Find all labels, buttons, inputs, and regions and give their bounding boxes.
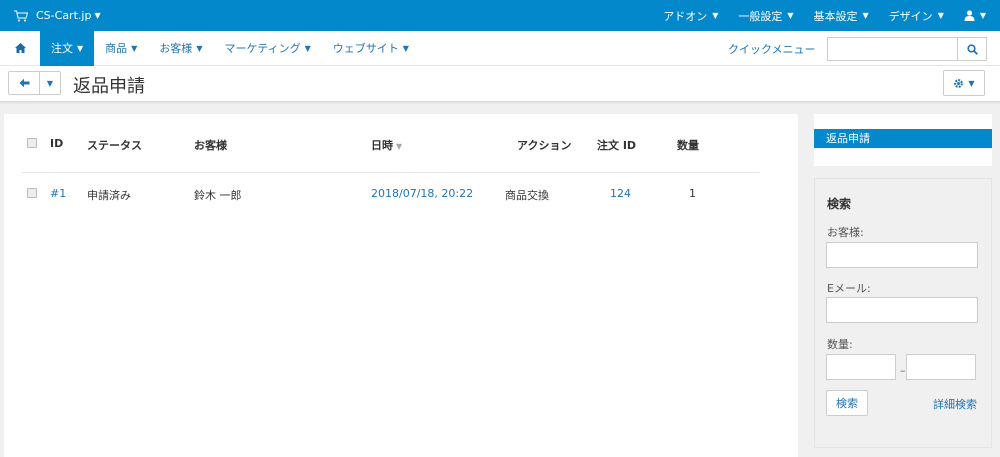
nav-products-label: 商品 — [105, 42, 128, 55]
menu-design-label: デザイン — [888, 9, 933, 23]
col-order-id[interactable]: 注文 ID — [597, 137, 636, 153]
email-input[interactable] — [826, 297, 978, 323]
settings-button[interactable]: ▼ — [943, 70, 985, 96]
menu-design[interactable]: デザイン ▼ — [879, 0, 954, 31]
email-label: Eメール: — [827, 282, 871, 295]
nav-website-label: ウェブサイト — [332, 42, 399, 55]
col-action[interactable]: アクション — [517, 137, 571, 153]
row-id-link[interactable]: #1 — [50, 187, 66, 200]
row-order-id-link[interactable]: 124 — [610, 187, 631, 200]
row-action: 商品交換 — [505, 189, 549, 202]
store-selector[interactable]: CS-Cart.jp ▼ — [0, 9, 101, 22]
sort-down-icon: ▼ — [396, 142, 403, 151]
chevron-down-icon: ▼ — [968, 78, 975, 88]
row-quantity: 1 — [689, 187, 696, 200]
nav-customers[interactable]: お客様 ▼ — [148, 31, 213, 66]
nav-website[interactable]: ウェブサイト ▼ — [322, 31, 420, 66]
chevron-down-icon: ▼ — [712, 11, 719, 20]
col-status[interactable]: ステータス — [87, 137, 142, 153]
main-nav: 注文 ▼ 商品 ▼ お客様 ▼ マーケティング ▼ ウェブサイト ▼ クイックメニュー — [0, 30, 1000, 66]
customer-input[interactable] — [826, 242, 978, 268]
col-date-label: 日時 — [371, 139, 393, 152]
nav-marketing-label: マーケティング — [224, 42, 301, 55]
chevron-down-icon: ▼ — [937, 11, 944, 20]
sidebar-menu: 返品申請 — [814, 114, 992, 166]
nav-products[interactable]: 商品 ▼ — [94, 31, 148, 66]
quantity-label: 数量: — [827, 338, 853, 351]
gear-icon — [954, 78, 964, 88]
select-all-checkbox[interactable] — [27, 138, 37, 148]
user-icon — [964, 10, 975, 21]
menu-addons-label: アドオン — [663, 9, 708, 23]
menu-general-settings[interactable]: 一般設定 ▼ — [728, 0, 803, 31]
chevron-down-icon: ▼ — [304, 43, 311, 53]
home-button[interactable] — [0, 31, 40, 66]
chevron-down-icon: ▼ — [94, 11, 101, 20]
home-icon — [14, 43, 26, 53]
search-icon — [966, 43, 978, 55]
col-quantity[interactable]: 数量 — [677, 137, 699, 153]
table-divider — [22, 172, 759, 173]
store-name: CS-Cart.jp — [36, 9, 92, 22]
chevron-down-icon: ▼ — [77, 43, 84, 53]
customer-label: お客様: — [827, 226, 864, 239]
title-bar: ▼ 返品申請 ▼ — [0, 66, 1000, 102]
main-content: ID ステータス お客様 日時 ▼ アクション 注文 ID 数量 #1 申請済み … — [4, 114, 798, 457]
chevron-down-icon: ▼ — [402, 43, 409, 53]
user-menu[interactable]: ▼ — [954, 0, 1000, 31]
menu-basic-settings-label: 基本設定 — [813, 9, 858, 23]
nav-marketing[interactable]: マーケティング ▼ — [213, 31, 321, 66]
search-input[interactable] — [827, 37, 958, 61]
nav-orders-label: 注文 — [51, 42, 73, 55]
chevron-down-icon: ▼ — [787, 11, 794, 20]
search-panel: 検索 お客様: Eメール: 数量: – 検索 詳細検索 — [814, 178, 992, 448]
search-panel-title: 検索 — [827, 197, 852, 211]
cart-icon — [14, 9, 28, 22]
row-checkbox[interactable] — [27, 188, 37, 198]
col-customer[interactable]: お客様 — [194, 137, 227, 153]
quantity-separator: – — [900, 364, 906, 377]
chevron-down-icon: ▼ — [131, 43, 138, 53]
menu-addons[interactable]: アドオン ▼ — [653, 0, 728, 31]
row-customer: 鈴木 一郎 — [194, 189, 242, 202]
chevron-down-icon: ▼ — [979, 11, 986, 20]
search-submit-button[interactable]: 検索 — [826, 390, 868, 416]
quantity-from-input[interactable] — [826, 354, 896, 380]
top-menu: アドオン ▼ 一般設定 ▼ 基本設定 ▼ デザイン ▼ ▼ — [653, 0, 1000, 31]
search-button[interactable] — [957, 37, 987, 61]
page-title: 返品申請 — [73, 76, 145, 97]
quantity-to-input[interactable] — [906, 354, 976, 380]
chevron-down-icon: ▼ — [862, 11, 869, 20]
table-row: #1 申請済み 鈴木 一郎 2018/07/18, 20:22 商品交換 124… — [4, 184, 764, 204]
back-button[interactable] — [8, 71, 40, 95]
top-bar: CS-Cart.jp ▼ アドオン ▼ 一般設定 ▼ 基本設定 ▼ デザイン ▼ ▼ — [0, 0, 1000, 31]
nav-customers-label: お客様 — [159, 42, 193, 55]
quick-menu-link[interactable]: クイックメニュー — [728, 31, 816, 66]
row-date-link[interactable]: 2018/07/18, 20:22 — [371, 187, 473, 200]
chevron-down-icon: ▼ — [196, 43, 203, 53]
col-id[interactable]: ID — [50, 137, 63, 150]
chevron-down-icon: ▼ — [46, 78, 54, 88]
arrow-left-icon — [19, 78, 29, 88]
sidebar-item-returns[interactable]: 返品申請 — [814, 129, 992, 148]
col-date[interactable]: 日時 ▼ — [371, 137, 402, 153]
back-dropdown-button[interactable]: ▼ — [39, 71, 61, 95]
table-header: ID ステータス お客様 日時 ▼ アクション 注文 ID 数量 — [4, 134, 764, 154]
menu-general-settings-label: 一般設定 — [738, 9, 783, 23]
nav-orders[interactable]: 注文 ▼ — [40, 30, 95, 66]
row-status: 申請済み — [87, 189, 131, 202]
advanced-search-link[interactable]: 詳細検索 — [933, 396, 977, 412]
menu-basic-settings[interactable]: 基本設定 ▼ — [804, 0, 879, 31]
